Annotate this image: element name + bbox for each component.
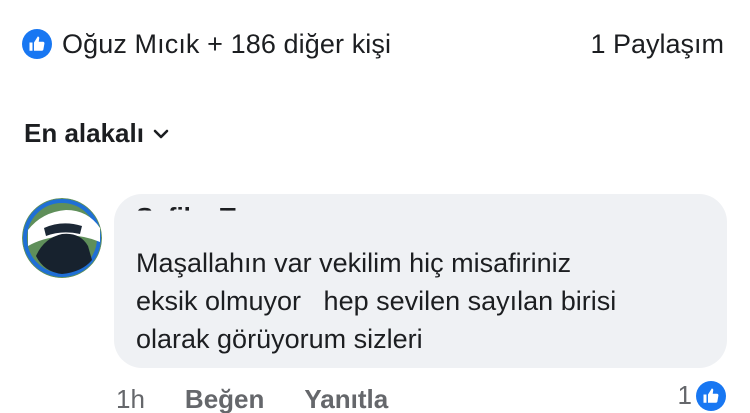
chevron-down-icon	[153, 128, 169, 140]
like-icon	[22, 29, 52, 59]
comment-line: Maşallahın var vekilim hiç misafiriniz	[136, 248, 572, 278]
reactions-summary-button[interactable]: Oğuz Mıcık + 186 diğer kişi	[22, 29, 391, 60]
comment-bubble: Sefika T Maşallahın var vekilim hiç misa…	[114, 194, 727, 368]
comment-reactions-button[interactable]: 1	[678, 380, 726, 411]
comment-timestamp[interactable]: 1h	[116, 384, 145, 413]
sort-label: En alakalı	[24, 118, 144, 148]
avatar[interactable]	[22, 198, 102, 278]
comment-sort-dropdown[interactable]: En alakalı	[24, 118, 169, 149]
comment-author[interactable]: Sefika T	[136, 202, 236, 211]
comment-actions: 1h Beğen Yanıtla	[116, 384, 428, 413]
like-icon	[696, 380, 726, 411]
reactions-bar: Oğuz Mıcık + 186 diğer kişi 1 Paylaşım	[22, 24, 724, 64]
like-button[interactable]: Beğen	[185, 384, 264, 413]
reply-button[interactable]: Yanıtla	[304, 384, 388, 413]
reactions-summary-text: Oğuz Mıcık + 186 diğer kişi	[62, 28, 392, 59]
comment-text: Maşallahın var vekilim hiç misafiriniz e…	[136, 244, 706, 358]
share-count-link[interactable]: 1 Paylaşım	[590, 29, 724, 60]
comment-reaction-count: 1	[677, 380, 692, 410]
post-comments-panel: Oğuz Mıcık + 186 diğer kişi 1 Paylaşım E…	[0, 0, 750, 413]
comment-line: eksik olmuyor hep sevilen sayılan birisi	[136, 286, 617, 316]
comment-line: olarak görüyorum sizleri	[136, 324, 423, 354]
